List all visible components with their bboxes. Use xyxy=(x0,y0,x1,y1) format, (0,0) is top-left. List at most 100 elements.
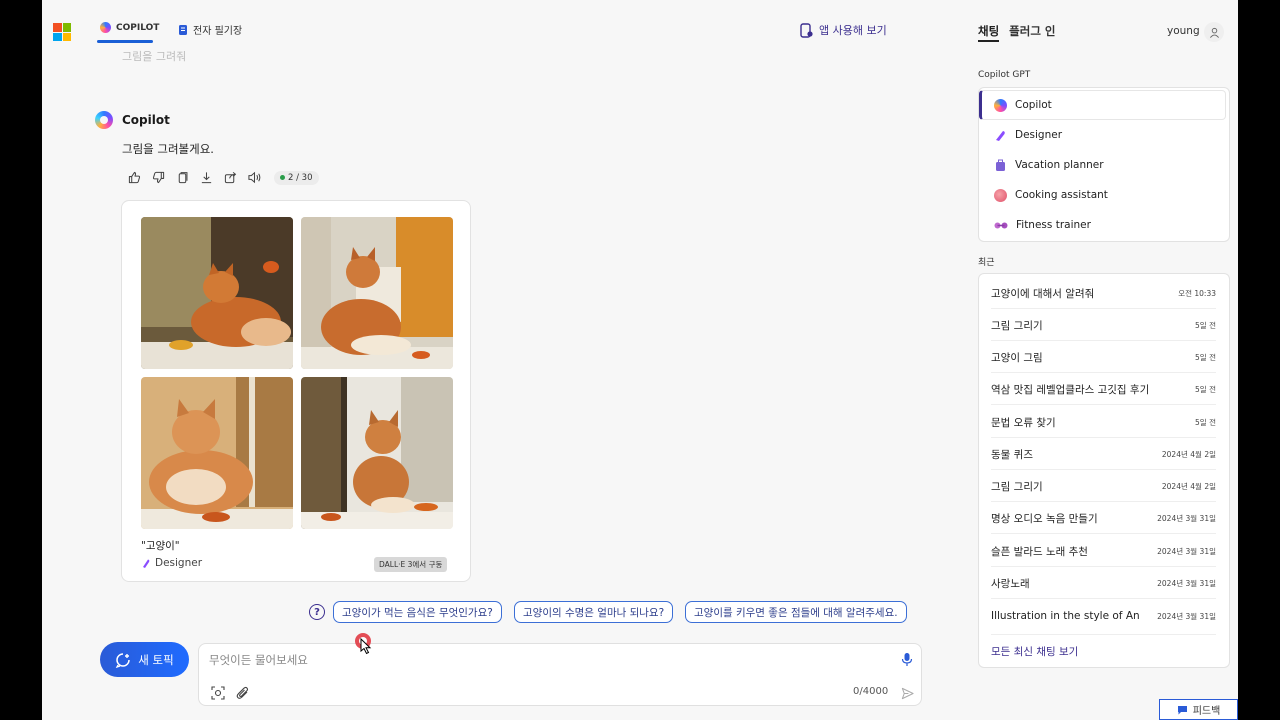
recent-chat-item[interactable]: 동물 퀴즈 2024년 4월 2일 xyxy=(991,443,1216,465)
recent-chat-title: 그림 그리기 xyxy=(991,480,1043,493)
tab-plugins[interactable]: 플러그 인 xyxy=(1009,23,1055,39)
recent-chat-date: 2024년 3월 31일 xyxy=(1157,513,1216,523)
send-icon[interactable] xyxy=(901,685,914,704)
recent-chat-item[interactable]: 그림 그리기 2024년 4월 2일 xyxy=(991,475,1216,497)
recent-chat-item[interactable]: 슬픈 발라드 노래 추천 2024년 3월 31일 xyxy=(991,540,1216,562)
recent-chat-title: 그림 그리기 xyxy=(991,319,1043,332)
share-icon[interactable] xyxy=(222,169,239,186)
recent-chat-item[interactable]: 명상 오디오 녹음 만들기 2024년 3월 31일 xyxy=(991,507,1216,529)
designer-label: Designer xyxy=(155,557,203,569)
feedback-button[interactable]: 피드백 xyxy=(1159,699,1238,720)
mouse-cursor-icon xyxy=(360,638,372,655)
recent-chat-item[interactable]: 그림 그리기 5일 전 xyxy=(991,314,1216,336)
recent-chat-date: 2024년 3월 31일 xyxy=(1157,546,1216,556)
dalle-badge: DALL·E 3에서 구동 xyxy=(374,557,448,572)
tab-chat[interactable]: 채팅 xyxy=(978,23,999,39)
speaker-icon[interactable] xyxy=(246,169,263,186)
image-prompt-title: "고양이" xyxy=(141,540,180,552)
new-topic-button[interactable]: 새 토픽 xyxy=(100,642,189,677)
gpt-section-label: Copilot GPT xyxy=(978,70,1031,80)
gpt-item-designer[interactable]: Designer xyxy=(979,120,1229,150)
generated-image-1[interactable] xyxy=(141,217,293,369)
generated-image-2[interactable] xyxy=(301,217,453,369)
gpt-item-label: Designer xyxy=(1015,129,1063,141)
bot-name: Copilot xyxy=(122,113,170,127)
recent-chat-title: 고양이에 대해서 알려줘 xyxy=(991,287,1095,300)
recent-chat-title: 문법 오류 찾기 xyxy=(991,416,1056,429)
download-icon[interactable] xyxy=(198,169,215,186)
generated-image-3[interactable] xyxy=(141,377,293,529)
suggestion-chip-2[interactable]: 고양이의 수명은 얼마나 되나요? xyxy=(514,601,674,623)
new-chat-icon xyxy=(116,652,131,668)
recent-chat-item[interactable]: 사랑노래 2024년 3월 31일 xyxy=(991,572,1216,594)
recent-chat-item[interactable]: 고양이 그림 5일 전 xyxy=(991,346,1216,368)
gpt-item-copilot[interactable]: Copilot xyxy=(979,90,1226,120)
divider xyxy=(991,340,1216,341)
tab-copilot[interactable]: COPILOT xyxy=(100,22,159,33)
designer-link[interactable]: Designer xyxy=(141,557,202,569)
turn-counter-text: 2 / 30 xyxy=(288,172,313,183)
recent-chat-title: 슬픈 발라드 노래 추천 xyxy=(991,545,1088,558)
divider xyxy=(991,598,1216,599)
status-dot-icon xyxy=(280,175,285,180)
recent-section-label: 최근 xyxy=(978,258,995,268)
generated-image-4[interactable] xyxy=(301,377,453,529)
sidebar-tabs: 채팅 플러그 인 xyxy=(978,23,1056,39)
microsoft-logo-icon[interactable] xyxy=(53,23,71,41)
sidebar-tab-indicator xyxy=(978,40,999,42)
tab-notebook[interactable]: 전자 필기장 xyxy=(178,22,242,37)
divider xyxy=(991,308,1216,309)
user-name[interactable]: young xyxy=(1167,25,1200,37)
cooking-icon xyxy=(994,188,1007,202)
feedback-label: 피드백 xyxy=(1192,706,1221,717)
gpt-item-cooking[interactable]: Cooking assistant xyxy=(979,180,1229,210)
see-all-chats-link[interactable]: 모든 최신 채팅 보기 xyxy=(991,644,1078,659)
gpt-item-fitness[interactable]: Fitness trainer xyxy=(979,210,1229,240)
new-topic-label: 새 토픽 xyxy=(138,652,174,667)
message-actions: 2 / 30 xyxy=(126,169,319,186)
recent-chat-title: 사랑노래 xyxy=(991,577,1030,590)
gpt-item-vacation[interactable]: Vacation planner xyxy=(979,150,1229,180)
chat-input[interactable] xyxy=(209,650,869,670)
microphone-icon[interactable] xyxy=(901,652,913,671)
divider xyxy=(991,634,1216,635)
recent-chat-item[interactable]: 고양이에 대해서 알려줘 오전 10:33 xyxy=(991,282,1216,304)
divider xyxy=(991,437,1216,438)
suggestion-chip-3[interactable]: 고양이를 키우면 좋은 점들에 대해 알려주세요. xyxy=(685,601,907,623)
user-avatar-icon[interactable] xyxy=(1204,22,1224,42)
recent-chat-item[interactable]: 역삼 맛집 레벨업클라스 고깃집 후기 5일 전 xyxy=(991,378,1216,400)
gpt-item-label: Copilot xyxy=(1015,99,1052,111)
try-app-label: 앱 사용해 보기 xyxy=(819,24,887,37)
recent-chats-list: 고양이에 대해서 알려줘 오전 10:33 그림 그리기 5일 전 고양이 그림 5일… xyxy=(978,273,1230,668)
gpt-list: Copilot Designer Vacation planner Cookin… xyxy=(978,87,1230,242)
attach-icon[interactable] xyxy=(236,685,250,704)
recent-chat-title: 고양이 그림 xyxy=(991,351,1043,364)
recent-chat-date: 5일 전 xyxy=(1195,384,1216,394)
copy-icon[interactable] xyxy=(174,169,191,186)
tab-copilot-label: COPILOT xyxy=(116,22,160,33)
divider xyxy=(991,404,1216,405)
copilot-avatar-icon xyxy=(95,111,113,129)
thumbs-down-icon[interactable] xyxy=(150,169,167,186)
gpt-item-label: Vacation planner xyxy=(1015,159,1104,171)
thumbs-up-icon[interactable] xyxy=(126,169,143,186)
phone-app-icon xyxy=(800,22,813,38)
gpt-item-label: Cooking assistant xyxy=(1015,189,1108,201)
divider xyxy=(991,469,1216,470)
recent-chat-title: Illustration in the style of Andy Warhol xyxy=(991,610,1139,622)
recent-chat-item[interactable]: Illustration in the style of Andy Warhol… xyxy=(991,605,1216,627)
visual-search-icon[interactable] xyxy=(211,685,225,704)
notebook-icon xyxy=(179,24,187,35)
suggestion-chip-1[interactable]: 고양이가 먹는 음식은 무엇인가요? xyxy=(333,601,502,623)
recent-chat-item[interactable]: 문법 오류 찾기 5일 전 xyxy=(991,411,1216,433)
help-icon[interactable]: ? xyxy=(309,604,325,620)
divider xyxy=(991,372,1216,373)
recent-chat-title: 명상 오디오 녹음 만들기 xyxy=(991,512,1098,525)
try-app-link[interactable]: 앱 사용해 보기 xyxy=(800,22,887,38)
recent-chat-date: 2024년 4월 2일 xyxy=(1161,481,1216,491)
char-counter: 0/4000 xyxy=(853,686,889,697)
recent-chat-title: 역삼 맛집 레벨업클라스 고깃집 후기 xyxy=(991,383,1150,396)
divider xyxy=(991,533,1216,534)
gpt-item-label: Fitness trainer xyxy=(1016,219,1091,231)
designer-icon xyxy=(143,559,150,568)
